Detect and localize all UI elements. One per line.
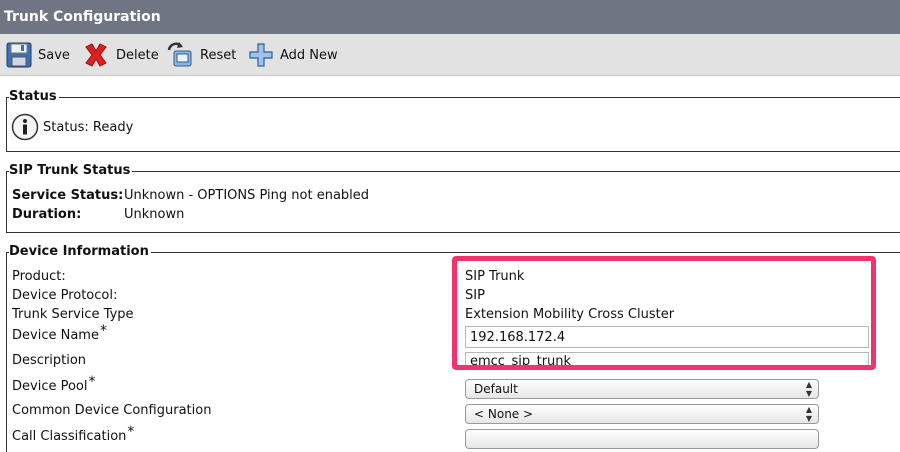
reset-button[interactable]: Reset [166, 40, 236, 70]
device-pool-select[interactable]: Default ▲ ▼ [465, 379, 819, 399]
device-name-label: Device Name* [12, 323, 107, 343]
status-legend: Status [9, 89, 59, 105]
device-pool-label: Device Pool* [12, 374, 96, 394]
call-classification-select[interactable] [465, 429, 819, 449]
info-icon [11, 113, 39, 145]
select-arrows-icon: ▲ ▼ [805, 405, 812, 423]
device-protocol-label: Device Protocol: [12, 288, 118, 303]
delete-icon [82, 41, 110, 69]
add-icon [248, 42, 274, 68]
trunk-service-type-label: Trunk Service Type [12, 307, 134, 322]
trunk-service-type-value: Extension Mobility Cross Cluster [465, 307, 675, 322]
required-marker: * [127, 424, 135, 440]
device-name-input[interactable] [465, 326, 869, 348]
delete-button[interactable]: Delete [82, 40, 159, 70]
product-value: SIP Trunk [465, 269, 525, 284]
device-protocol-value: SIP [465, 288, 485, 303]
common-device-config-selected: < None > [474, 407, 534, 421]
add-new-button[interactable]: Add New [248, 40, 338, 70]
service-status-value: Unknown - OPTIONS Ping not enabled [124, 188, 370, 203]
save-icon [6, 42, 32, 68]
toolbar: Save Delete Reset Add New [0, 34, 900, 76]
save-label: Save [38, 47, 70, 63]
call-classification-label: Call Classification* [12, 424, 135, 444]
delete-label: Delete [116, 47, 159, 63]
duration-label: Duration: [12, 207, 82, 222]
add-new-label: Add New [280, 47, 338, 63]
reset-icon [166, 41, 194, 69]
product-label: Product: [12, 269, 66, 284]
page-title: Trunk Configuration [0, 0, 900, 34]
description-input[interactable] [465, 352, 869, 370]
device-information-legend: Device Information [9, 244, 151, 260]
description-label: Description [12, 353, 87, 368]
common-device-config-label: Common Device Configuration [12, 403, 212, 418]
select-arrows-icon: ▲ ▼ [805, 380, 812, 398]
status-text: Status: Ready [43, 120, 134, 135]
status-section: Status Status: Ready [6, 89, 900, 152]
device-information-section: Device Information Product: SIP Trunk De… [6, 244, 900, 452]
common-device-config-select[interactable]: < None > ▲ ▼ [465, 404, 819, 424]
required-marker: * [99, 323, 107, 339]
reset-label: Reset [200, 47, 237, 63]
save-button[interactable]: Save [6, 40, 70, 70]
device-pool-selected: Default [474, 382, 518, 396]
service-status-label: Service Status: [12, 188, 124, 203]
required-marker: * [88, 374, 96, 390]
sip-trunk-status-section: SIP Trunk Status Service Status: Unknown… [6, 163, 900, 233]
sip-trunk-status-legend: SIP Trunk Status [9, 163, 133, 179]
duration-value: Unknown [124, 207, 185, 222]
